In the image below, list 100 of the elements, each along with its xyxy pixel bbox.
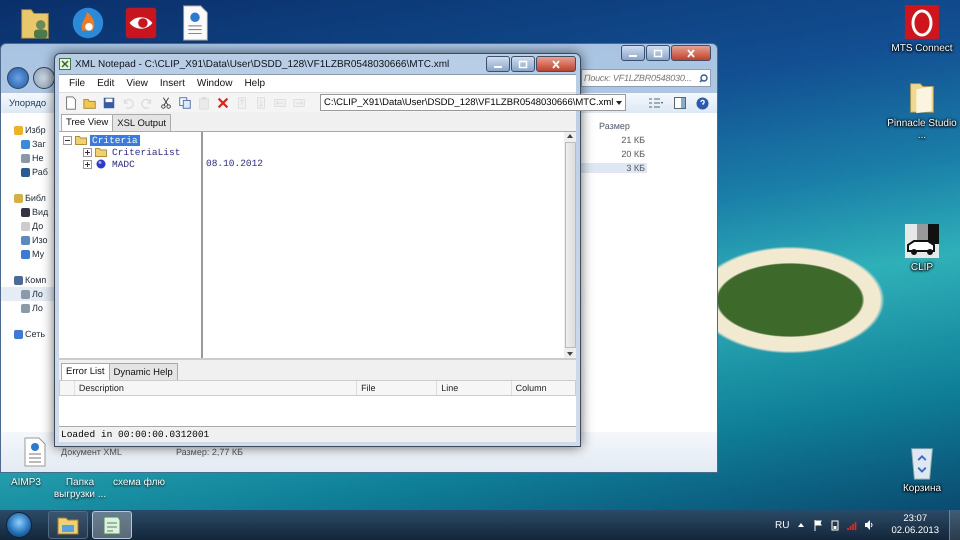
app-icon xyxy=(59,58,71,70)
nav-item[interactable]: Заг xyxy=(1,137,57,151)
language-indicator[interactable]: RU xyxy=(775,520,790,530)
column-header[interactable]: File xyxy=(356,381,436,395)
copy-icon[interactable] xyxy=(177,94,193,110)
nav-item[interactable]: Вид xyxy=(1,205,57,219)
scrollbar[interactable] xyxy=(564,132,576,358)
tree-node[interactable]: Criteria xyxy=(90,134,140,146)
maximize-icon xyxy=(653,48,663,58)
nav-item[interactable]: Изо xyxy=(1,233,57,247)
tree-node[interactable]: MADC xyxy=(110,158,137,170)
plus-icon xyxy=(84,148,91,156)
tab[interactable]: Dynamic Help xyxy=(108,363,178,380)
column-header[interactable]: Размер xyxy=(599,121,717,131)
library-icon xyxy=(14,194,23,202)
car-logo-icon[interactable] xyxy=(904,222,940,260)
minimize-button[interactable] xyxy=(486,56,510,72)
desktop-icon-label[interactable]: Pinnacle Studio ... xyxy=(887,118,957,142)
tab[interactable]: XSL Output xyxy=(112,114,172,131)
desktop-icon-label[interactable]: MTS Connect xyxy=(891,43,953,55)
battery-icon[interactable] xyxy=(830,519,840,531)
column-header[interactable]: Description xyxy=(74,381,356,395)
expand-toggle[interactable] xyxy=(83,160,92,168)
taskbar-button[interactable] xyxy=(92,511,132,539)
video-icon xyxy=(21,208,30,216)
menu-item[interactable]: Window xyxy=(190,78,238,89)
document-icon xyxy=(21,222,30,230)
maximize-button[interactable] xyxy=(511,56,535,72)
search-field[interactable]: Поиск: VF1LZBR0548030... xyxy=(581,69,711,87)
tab[interactable]: Tree View xyxy=(61,114,114,131)
flag-icon[interactable] xyxy=(813,519,824,531)
network-icon xyxy=(14,330,23,338)
desktop-icon-label[interactable]: схема флю xyxy=(112,477,166,489)
xml-document-icon xyxy=(23,437,47,467)
globe-icon xyxy=(95,159,107,169)
nav-item[interactable]: Ло xyxy=(1,287,57,301)
clock[interactable]: 23:07 02.06.2013 xyxy=(891,513,939,537)
taskbar-button[interactable] xyxy=(48,511,88,539)
file-size-cell[interactable]: 21 КБ xyxy=(579,135,647,145)
forward-button[interactable] xyxy=(33,67,55,89)
nav-item[interactable]: Раб xyxy=(1,165,57,179)
download-icon xyxy=(21,140,30,148)
close-icon xyxy=(551,60,561,68)
close-button[interactable] xyxy=(536,56,576,72)
volume-icon[interactable] xyxy=(864,519,874,531)
column-header[interactable]: Column xyxy=(510,381,575,395)
menu-item[interactable]: Help xyxy=(238,78,272,89)
file-size-cell[interactable]: 3 КБ xyxy=(579,163,647,173)
help-icon[interactable] xyxy=(696,96,709,110)
minimize-button[interactable] xyxy=(621,45,645,61)
nav-item[interactable]: Сеть xyxy=(1,327,57,341)
minimize-icon xyxy=(494,66,502,68)
menu-item[interactable]: Edit xyxy=(91,78,120,89)
file-path-dropdown[interactable]: C:\CLIP_X91\Data\User\DSDD_128\VF1LZBR0548030666\MTC.xml xyxy=(320,94,626,111)
menu-item[interactable]: Insert xyxy=(154,78,191,89)
computer-icon xyxy=(14,276,23,284)
menu-item[interactable]: File xyxy=(63,78,92,89)
show-desktop-button[interactable] xyxy=(949,510,960,540)
back-button[interactable] xyxy=(7,67,29,89)
expand-toggle[interactable] xyxy=(83,148,92,156)
status-text: Loaded in 00:00:00.0312001 xyxy=(59,426,576,442)
desktop-icon-label[interactable]: Папка выгрузки ... xyxy=(50,477,110,501)
plus-icon xyxy=(84,160,91,168)
close-button[interactable] xyxy=(671,45,711,61)
nav-item[interactable]: Избр xyxy=(1,123,57,137)
search-icon xyxy=(699,74,708,82)
nav-item[interactable]: Му xyxy=(1,247,57,261)
start-button[interactable] xyxy=(6,512,32,538)
nav-item[interactable]: Ло xyxy=(1,301,57,315)
new-icon[interactable] xyxy=(63,94,79,110)
file-size-cell[interactable]: 20 КБ xyxy=(579,149,647,159)
view-options-icon[interactable] xyxy=(648,97,664,109)
collapse-toggle[interactable] xyxy=(63,136,72,144)
close-icon xyxy=(686,48,696,58)
maximize-icon xyxy=(518,60,528,68)
file-size-text: Размер: 2,77 КБ xyxy=(176,447,244,457)
picture-icon xyxy=(21,236,30,244)
tab[interactable]: Error List xyxy=(61,363,110,380)
organize-menu[interactable]: Упорядо xyxy=(9,98,46,108)
folder-icon xyxy=(75,135,87,145)
desktop-icon-label[interactable]: Корзина xyxy=(902,483,942,495)
menu-item[interactable]: View xyxy=(120,78,154,89)
preview-pane-icon[interactable] xyxy=(674,97,686,109)
signal-icon[interactable] xyxy=(847,519,858,531)
file-type-text: Документ XML xyxy=(61,447,122,457)
minimize-icon xyxy=(629,55,637,57)
mts-app-icon[interactable] xyxy=(904,3,940,41)
column-header[interactable]: Line xyxy=(436,381,511,395)
desktop-icon xyxy=(21,168,30,176)
window-title: XML Notepad - C:\CLIP_X91\Data\User\DSDD_128\VF1LZBR0548030666\MTC.xml xyxy=(75,58,450,70)
nav-item[interactable]: Не xyxy=(1,151,57,165)
nav-item[interactable]: До xyxy=(1,219,57,233)
cut-icon[interactable] xyxy=(158,94,174,110)
nav-item[interactable]: Комп xyxy=(1,273,57,287)
music-icon xyxy=(21,250,30,258)
recent-icon xyxy=(21,154,30,162)
nav-item[interactable]: Библ xyxy=(1,191,57,205)
node-value[interactable]: 08.10.2012 xyxy=(206,158,264,169)
tree-node[interactable]: CriteriaList xyxy=(110,146,182,158)
maximize-button[interactable] xyxy=(646,45,670,61)
